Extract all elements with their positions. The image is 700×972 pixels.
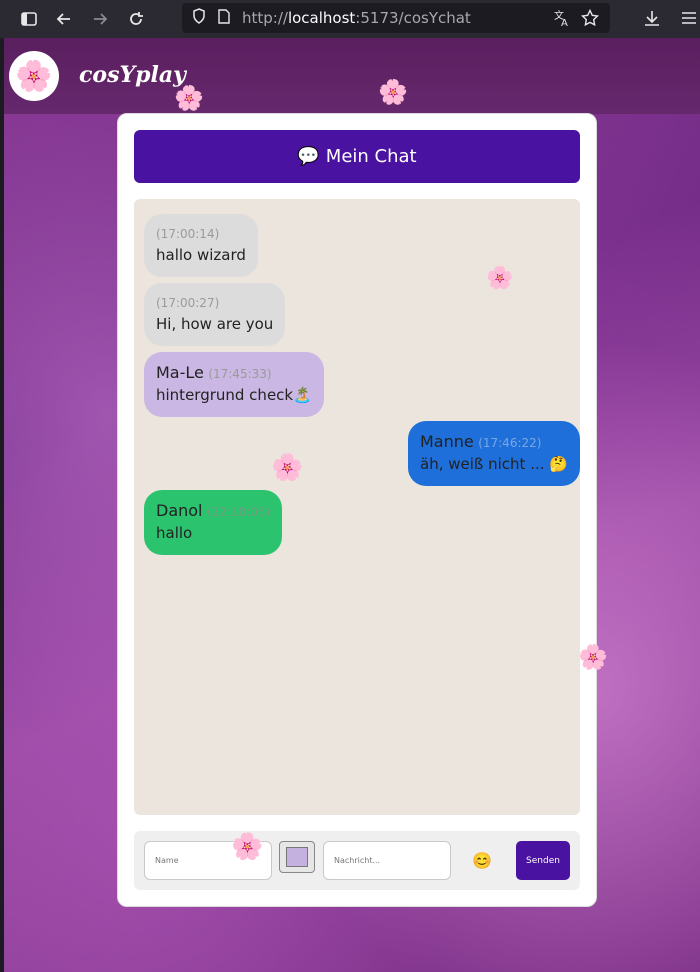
message-input[interactable] xyxy=(323,841,451,880)
blossom-petal-icon: 🌸 xyxy=(486,266,514,291)
message-text: hintergrund check🏝️ xyxy=(156,386,312,404)
message-time: (17:00:14) xyxy=(156,227,220,241)
message-bubble: (17:00:14) hallo wizard xyxy=(144,214,258,277)
reload-icon[interactable] xyxy=(127,10,145,28)
message-text: Hi, how are you xyxy=(156,315,274,333)
cherry-blossom-icon: 🌸 xyxy=(15,58,53,94)
message-time: (17:00:27) xyxy=(156,296,220,310)
back-icon[interactable] xyxy=(55,10,73,28)
chat-card: 💬 Mein Chat (17:00:14) hallo wizard (17:… xyxy=(117,113,597,907)
url-text[interactable]: http://localhost:5173/cosYchat xyxy=(242,9,471,27)
message-bubble: Ma-Le (17:45:33) hintergrund check🏝️ xyxy=(144,352,324,417)
forward-icon[interactable] xyxy=(91,10,109,28)
downloads-icon[interactable] xyxy=(643,9,661,27)
url-bar[interactable]: http://localhost:5173/cosYchat xyxy=(182,3,610,33)
color-picker[interactable] xyxy=(279,841,315,873)
blossom-petal-icon: 🌸 xyxy=(271,453,304,483)
message-form: 😊 Senden xyxy=(134,831,580,890)
blossom-petal-icon: 🌸 xyxy=(231,832,264,862)
blossom-petal-icon: 🌸 xyxy=(378,78,408,106)
send-button[interactable]: Senden xyxy=(516,841,570,880)
message-text: hallo wizard xyxy=(156,246,246,264)
page-icon xyxy=(218,8,230,28)
brand-title[interactable]: cosYplay xyxy=(79,62,186,88)
emoji-button[interactable]: 😊 xyxy=(472,851,492,871)
message-list[interactable]: (17:00:14) hallo wizard (17:00:27) Hi, h… xyxy=(134,199,580,815)
message-bubble: (17:00:27) Hi, how are you xyxy=(144,283,286,346)
shield-icon[interactable] xyxy=(192,8,206,28)
chat-title: Mein Chat xyxy=(325,146,417,167)
browser-toolbar: http://localhost:5173/cosYchat 文A xyxy=(0,0,700,38)
translate-icon[interactable]: 文A xyxy=(553,9,571,27)
color-swatch-preview xyxy=(286,847,308,867)
message-text: hallo xyxy=(156,524,193,542)
message-time: (17:46:22) xyxy=(478,436,542,450)
blossom-petal-icon: 🌸 xyxy=(578,643,608,671)
message-bubble: Danol (22:18:05) hallo xyxy=(144,490,283,555)
message-time: (22:18:05) xyxy=(206,505,271,519)
logo[interactable]: 🌸 xyxy=(9,51,59,101)
svg-text:A: A xyxy=(561,18,568,27)
message-sender: Danol xyxy=(156,501,203,520)
menu-icon[interactable] xyxy=(680,9,698,27)
message-sender: Manne xyxy=(420,432,474,451)
message-time: (17:45:33) xyxy=(208,367,272,381)
speech-bubble-icon: 💬 xyxy=(297,146,320,167)
sidebar-toggle-icon[interactable] xyxy=(20,10,38,28)
chat-title-bar: 💬 Mein Chat xyxy=(134,130,580,183)
message-sender: Ma-Le xyxy=(156,363,204,382)
bookmark-star-icon[interactable] xyxy=(581,9,599,27)
message-text: äh, weiß nicht ... 🤔 xyxy=(420,455,568,473)
message-bubble-own: Manne (17:46:22) äh, weiß nicht ... 🤔 xyxy=(408,421,580,486)
blossom-petal-icon: 🌸 xyxy=(174,84,204,112)
